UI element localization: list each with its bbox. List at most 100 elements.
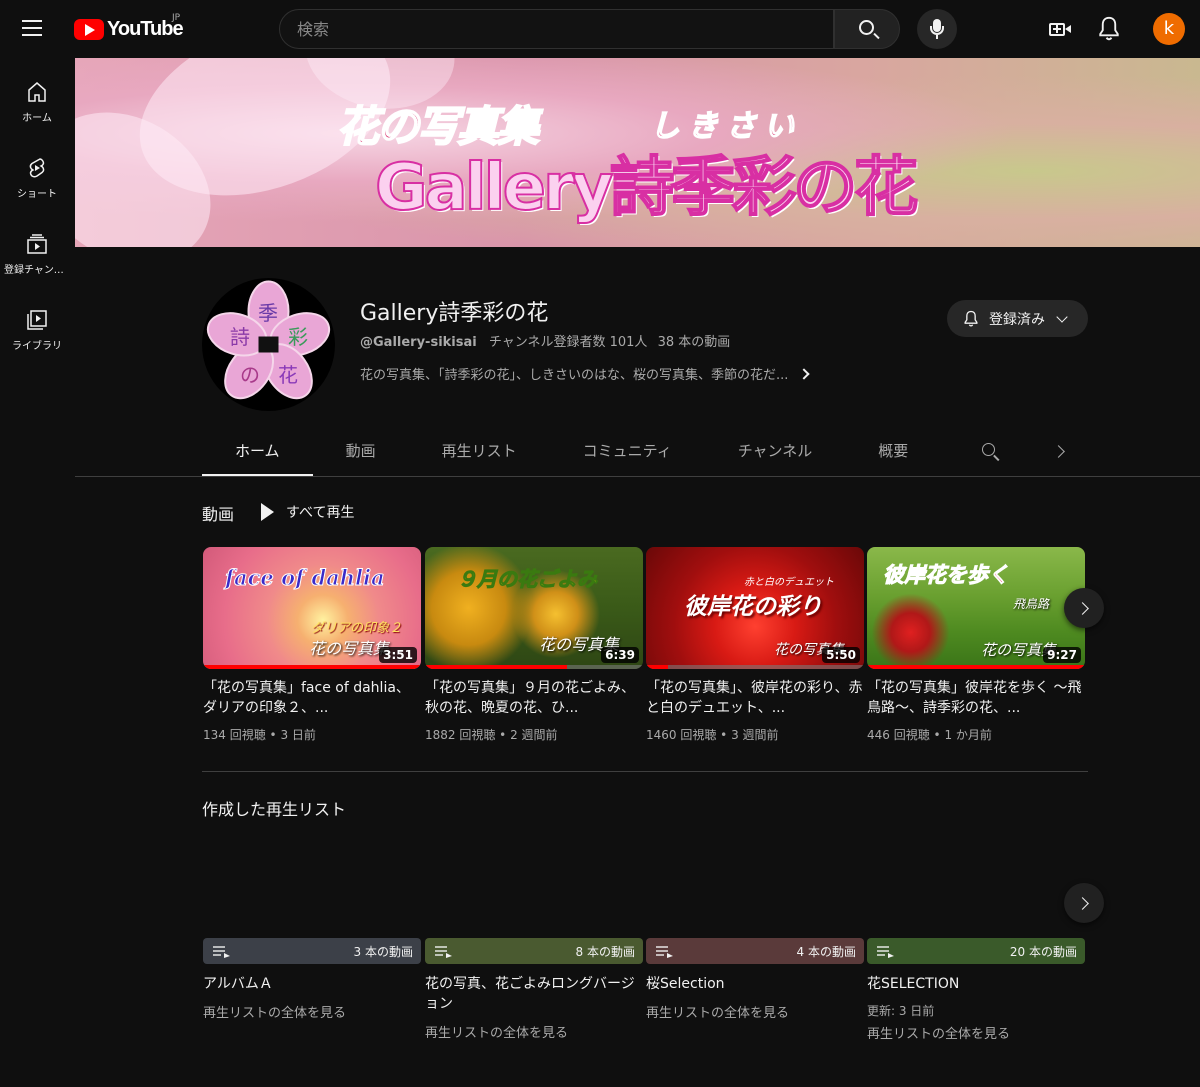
channel-avatar[interactable]: 季 詩 彩 の 花 — [202, 278, 335, 411]
video-card[interactable]: ９月の花ごよみ 花の写真集 6:39 「花の写真集」９月の花ごよみ、秋の花、晩夏… — [425, 547, 643, 743]
guide-item-home[interactable]: ホーム — [0, 58, 74, 134]
play-icon — [261, 503, 274, 521]
watch-progress-bar — [203, 665, 421, 669]
videos-next-button[interactable] — [1064, 588, 1104, 628]
guide-item-shorts[interactable]: ショート — [0, 134, 74, 210]
tabs-scroll-right-button[interactable] — [1048, 440, 1072, 464]
youtube-logo[interactable]: YouTube JP — [74, 13, 184, 41]
youtube-logo-icon — [74, 19, 104, 40]
video-duration: 9:27 — [1043, 647, 1081, 663]
guide-item-subscriptions[interactable]: 登録チャンネル — [0, 210, 74, 286]
playlist-video-count: 4 本の動画 — [796, 945, 856, 959]
playlist-video-count: 3 本の動画 — [353, 945, 413, 959]
avatar-char: の — [240, 363, 260, 387]
video-title[interactable]: 「花の写真集」彼岸花を歩く ～飛鳥路～、詩季彩の花、... — [867, 678, 1085, 718]
video-thumbnail[interactable]: 赤と白のデュエット 彼岸花の彩り 花の写真集 5:50 — [646, 547, 864, 669]
play-all-button[interactable]: すべて再生 — [258, 500, 354, 524]
thumbnail-subtitle: 飛鳥路 — [1013, 597, 1050, 611]
video-duration: 6:39 — [601, 647, 639, 663]
playlist-card[interactable]: 4 本の動画 桜Selection 再生リストの全体を見る — [646, 938, 864, 1021]
guide-item-library[interactable]: ライブラリ — [0, 286, 74, 362]
video-duration: 5:50 — [822, 647, 860, 663]
videos-section-title: 動画 — [202, 505, 235, 524]
upload-age: 2 週間前 — [510, 728, 558, 742]
tab-about[interactable]: 概要 — [845, 428, 941, 476]
video-thumbnail[interactable]: ９月の花ごよみ 花の写真集 6:39 — [425, 547, 643, 669]
thumbnail-title: face of dahlia — [225, 565, 386, 591]
playlist-title[interactable]: 花SELECTION — [867, 974, 1085, 994]
playlist-title[interactable]: 花の写真、花ごよみロングバージョン — [425, 974, 643, 1014]
playlist-card[interactable]: 3 本の動画 アルバムＡ 再生リストの全体を見る — [203, 938, 421, 1021]
video-thumbnail[interactable]: face of dahlia ダリアの印象２ 花の写真集 3:51 — [203, 547, 421, 669]
video-title[interactable]: 「花の写真集」、彼岸花の彩り、赤と白のデュエット、... — [646, 678, 864, 718]
channel-search-button[interactable] — [979, 440, 1003, 464]
playlist-thumbnail-bar[interactable]: 4 本の動画 — [646, 938, 864, 964]
notifications-button[interactable] — [1094, 14, 1124, 44]
voice-search-button[interactable] — [917, 9, 957, 49]
view-full-playlist-link[interactable]: 再生リストの全体を見る — [425, 1022, 643, 1041]
thumbnail-subtitle: ダリアの印象２ — [311, 621, 403, 636]
search-icon — [859, 20, 874, 35]
tab-channels[interactable]: チャンネル — [705, 428, 846, 476]
library-icon — [27, 310, 47, 330]
channel-name: Gallery詩季彩の花 — [360, 301, 549, 326]
tab-community[interactable]: コミュニティ — [550, 428, 705, 476]
create-button[interactable] — [1044, 14, 1074, 44]
playlist-title[interactable]: 桜Selection — [646, 974, 864, 994]
banner-title-line2: Gallery詩季彩の花 — [374, 150, 919, 226]
watch-progress-bar — [646, 665, 668, 669]
tab-home[interactable]: ホーム — [202, 428, 313, 476]
playlist-thumbnail-bar[interactable]: 20 本の動画 — [867, 938, 1085, 964]
menu-icon[interactable] — [22, 15, 52, 43]
playlist-thumbnail-bar[interactable]: 8 本の動画 — [425, 938, 643, 964]
playlist-title[interactable]: アルバムＡ — [203, 974, 421, 994]
playlist-card[interactable]: 8 本の動画 花の写真、花ごよみロングバージョン 再生リストの全体を見る — [425, 938, 643, 1041]
playlists-next-button[interactable] — [1064, 883, 1104, 923]
tab-videos[interactable]: 動画 — [313, 428, 409, 476]
video-card[interactable]: 彼岸花を歩く 飛鳥路 花の写真集 9:27 「花の写真集」彼岸花を歩く ～飛鳥路… — [867, 547, 1085, 743]
playlist-icon — [656, 946, 673, 958]
playlist-thumbnail-bar[interactable]: 3 本の動画 — [203, 938, 421, 964]
video-count: 38 本の動画 — [657, 335, 731, 350]
guide-label: ホーム — [22, 113, 52, 124]
upload-age: 3 週間前 — [731, 728, 779, 742]
view-full-playlist-link[interactable]: 再生リストの全体を見る — [203, 1002, 421, 1021]
search-button[interactable] — [834, 9, 900, 49]
channel-handle: @Gallery-sikisai — [360, 335, 477, 350]
video-meta: 134 回視聴 • 3 日前 — [203, 728, 316, 742]
guide-label: 登録チャンネル — [4, 265, 70, 276]
video-title[interactable]: 「花の写真集」face of dahlia、ダリアの印象２、... — [203, 678, 421, 718]
playlist-icon — [877, 946, 894, 958]
subscriber-count: チャンネル登録者数 101人 — [488, 335, 648, 350]
progress-track — [646, 665, 864, 669]
view-full-playlist-link[interactable]: 再生リストの全体を見る — [646, 1002, 864, 1021]
tabs-divider — [75, 476, 1200, 477]
view-count: 446 回視聴 — [867, 728, 930, 742]
chevron-right-icon — [798, 367, 811, 380]
video-card[interactable]: 赤と白のデュエット 彼岸花の彩り 花の写真集 5:50 「花の写真集」、彼岸花の… — [646, 547, 864, 743]
video-thumbnail[interactable]: 彼岸花を歩く 飛鳥路 花の写真集 9:27 — [867, 547, 1085, 669]
subscriptions-icon — [27, 234, 47, 254]
video-title[interactable]: 「花の写真集」９月の花ごよみ、秋の花、晩夏の花、ひ... — [425, 678, 643, 718]
playlist-card[interactable]: 20 本の動画 花SELECTION 更新: 3 日前 再生リストの全体を見る — [867, 938, 1085, 1042]
thumbnail-title: 彼岸花の彩り — [684, 593, 822, 620]
account-avatar[interactable]: k — [1153, 13, 1185, 45]
tab-playlists[interactable]: 再生リスト — [409, 428, 550, 476]
view-count: 134 回視聴 — [203, 728, 266, 742]
avatar-char: 花 — [278, 363, 298, 387]
view-full-playlist-link[interactable]: 再生リストの全体を見る — [867, 1023, 1085, 1042]
channel-description[interactable]: 花の写真集、「詩季彩の花」、しきさいのはな、桜の写真集、季節の花だ... — [360, 364, 811, 383]
guide-label: ショート — [17, 189, 57, 200]
search-box — [279, 9, 834, 49]
view-count: 1882 回視聴 — [425, 728, 496, 742]
thumbnail-subtitle: 赤と白のデュエット — [744, 577, 834, 588]
playlists-section-title: 作成した再生リスト — [202, 800, 347, 819]
search-input[interactable] — [280, 10, 833, 48]
video-duration: 3:51 — [379, 647, 417, 663]
video-card[interactable]: face of dahlia ダリアの印象２ 花の写真集 3:51 「花の写真集… — [203, 547, 421, 743]
subscribe-button[interactable]: 登録済み — [947, 300, 1088, 337]
channel-tabs: ホーム 動画 再生リスト コミュニティ チャンネル 概要 — [202, 428, 941, 476]
subscribe-label: 登録済み — [989, 311, 1045, 328]
avatar-char: 詩 — [230, 325, 250, 349]
view-count: 1460 回視聴 — [646, 728, 717, 742]
